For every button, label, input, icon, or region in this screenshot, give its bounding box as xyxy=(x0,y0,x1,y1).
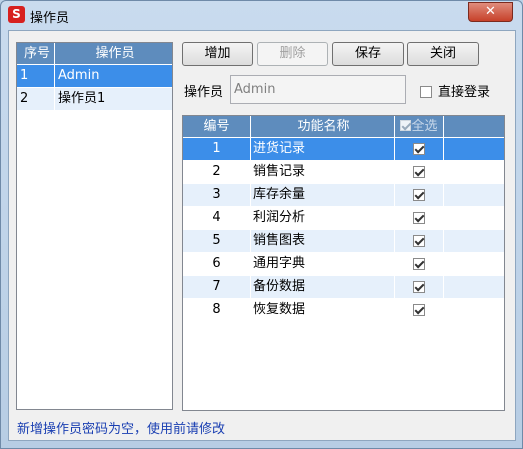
function-number: 2 xyxy=(183,161,251,183)
permission-checkbox[interactable] xyxy=(413,234,425,247)
function-name: 恢复数据 xyxy=(251,299,395,321)
row-filler xyxy=(444,161,504,183)
operator-row-admin[interactable]: 1 Admin xyxy=(17,65,172,88)
header-filler xyxy=(444,116,504,137)
status-message: 新增操作员密码为空，使用前请修改 xyxy=(17,422,226,437)
permission-checkbox[interactable] xyxy=(413,280,425,293)
function-number: 1 xyxy=(183,138,251,160)
column-header-index[interactable]: 序号 xyxy=(17,43,55,64)
permission-checkbox[interactable] xyxy=(413,165,425,178)
function-permission-grid[interactable]: 编号 功能名称 全选 1 进货记录 2 销售记录 3 库存余量 4 利润分析 5… xyxy=(182,115,505,411)
function-name: 销售图表 xyxy=(251,230,395,252)
function-row[interactable]: 4 利润分析 xyxy=(183,207,504,230)
row-filler xyxy=(444,184,504,206)
function-row[interactable]: 8 恢复数据 xyxy=(183,299,504,322)
operator-list-header: 序号 操作员 xyxy=(17,43,172,65)
column-header-operator[interactable]: 操作员 xyxy=(55,43,172,64)
operator-row-name: Admin xyxy=(58,68,100,83)
operator-row-index: 1 xyxy=(17,65,55,87)
row-filler xyxy=(444,253,504,275)
function-row[interactable]: 6 通用字典 xyxy=(183,253,504,276)
function-permission-cell[interactable] xyxy=(395,276,444,298)
permission-checkbox[interactable] xyxy=(413,211,425,224)
row-filler xyxy=(444,207,504,229)
direct-login-label: 直接登录 xyxy=(438,85,491,100)
function-permission-cell[interactable] xyxy=(395,230,444,252)
window-close-button[interactable]: ✕ xyxy=(468,2,513,22)
column-header-function-name[interactable]: 功能名称 xyxy=(251,116,395,137)
function-number: 5 xyxy=(183,230,251,252)
function-permission-cell[interactable] xyxy=(395,161,444,183)
permission-checkbox[interactable] xyxy=(413,303,425,316)
permission-checkbox[interactable] xyxy=(413,142,425,155)
function-row[interactable]: 7 备份数据 xyxy=(183,276,504,299)
function-name: 销售记录 xyxy=(251,161,395,183)
row-filler xyxy=(444,299,504,321)
title-bar[interactable]: S 操作员 ✕ xyxy=(1,1,522,29)
select-all-label: 全选 xyxy=(411,119,438,134)
window-title: 操作员 xyxy=(30,11,70,26)
function-number: 3 xyxy=(183,184,251,206)
function-number: 7 xyxy=(183,276,251,298)
function-number: 4 xyxy=(183,207,251,229)
function-permission-cell[interactable] xyxy=(395,299,444,321)
row-filler xyxy=(444,276,504,298)
close-button[interactable]: 关闭 xyxy=(407,42,479,66)
delete-button[interactable]: 删除 xyxy=(257,42,328,66)
operator-window: S 操作员 ✕ 序号 操作员 1 Admin 2 操作员1 增加 删除 保存 关… xyxy=(0,0,523,449)
save-button[interactable]: 保存 xyxy=(332,42,404,66)
operator-row-name: 操作员1 xyxy=(58,91,106,106)
function-permission-cell[interactable] xyxy=(395,184,444,206)
function-number: 6 xyxy=(183,253,251,275)
function-permission-cell[interactable] xyxy=(395,253,444,275)
permission-checkbox[interactable] xyxy=(413,257,425,270)
select-all-checkbox[interactable] xyxy=(400,120,412,131)
function-name: 备份数据 xyxy=(251,276,395,298)
function-row[interactable]: 2 销售记录 xyxy=(183,161,504,184)
direct-login-option[interactable]: 直接登录 xyxy=(420,81,490,100)
permission-checkbox[interactable] xyxy=(413,188,425,201)
operator-list[interactable]: 序号 操作员 1 Admin 2 操作员1 xyxy=(16,42,173,410)
app-logo-icon: S xyxy=(8,6,25,23)
function-row[interactable]: 5 销售图表 xyxy=(183,230,504,253)
add-button[interactable]: 增加 xyxy=(182,42,253,66)
operator-label: 操作员 xyxy=(184,85,224,100)
function-permission-cell[interactable] xyxy=(395,207,444,229)
function-row[interactable]: 3 库存余量 xyxy=(183,184,504,207)
function-row[interactable]: 1 进货记录 xyxy=(183,138,504,161)
function-grid-header: 编号 功能名称 全选 xyxy=(183,116,504,138)
function-permission-cell[interactable] xyxy=(395,138,444,160)
operator-row-index: 2 xyxy=(17,88,55,110)
operator-name-field[interactable]: Admin xyxy=(230,75,406,104)
direct-login-checkbox[interactable] xyxy=(420,85,432,98)
function-number: 8 xyxy=(183,299,251,321)
column-header-number[interactable]: 编号 xyxy=(183,116,251,137)
function-name: 库存余量 xyxy=(251,184,395,206)
operator-row-operator1[interactable]: 2 操作员1 xyxy=(17,88,172,111)
function-name: 利润分析 xyxy=(251,207,395,229)
row-filler xyxy=(444,230,504,252)
dialog-body: 序号 操作员 1 Admin 2 操作员1 增加 删除 保存 关闭 操作员 Ad… xyxy=(8,30,516,441)
function-name: 进货记录 xyxy=(251,138,395,160)
select-all-header[interactable]: 全选 xyxy=(395,116,444,137)
row-filler xyxy=(444,138,504,160)
function-name: 通用字典 xyxy=(251,253,395,275)
